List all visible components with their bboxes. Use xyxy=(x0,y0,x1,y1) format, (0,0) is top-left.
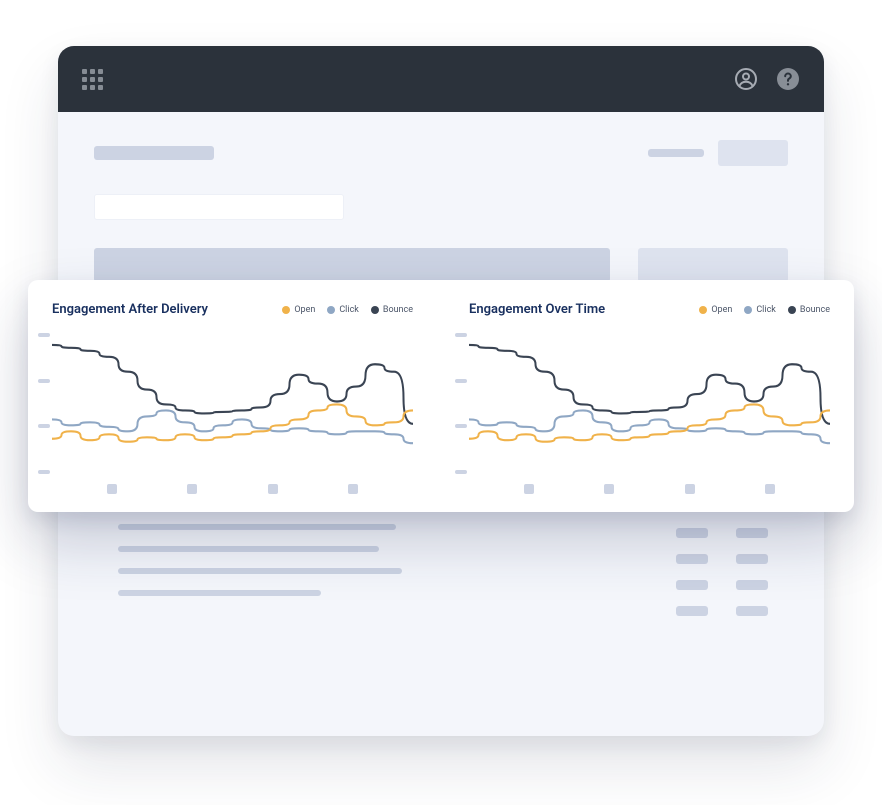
x-axis-ticks xyxy=(72,484,393,494)
action-button-skeleton[interactable] xyxy=(718,140,788,166)
account-icon[interactable] xyxy=(734,67,758,91)
chart-title: Engagement After Delivery xyxy=(52,302,208,317)
side-button-skeleton[interactable] xyxy=(638,248,788,282)
legend-dot-click xyxy=(744,306,752,314)
legend-label: Bounce xyxy=(800,305,830,315)
legend-item-open: Open xyxy=(282,305,315,315)
chart-svg xyxy=(52,327,413,476)
legend-label: Click xyxy=(339,305,359,315)
chart-engagement-after-delivery: Engagement After Delivery Open Click Bou… xyxy=(52,302,413,494)
chart-legend: Open Click Bounce xyxy=(699,305,830,315)
legend-item-bounce: Bounce xyxy=(371,305,413,315)
link-skeleton xyxy=(648,149,704,157)
chart-engagement-over-time: Engagement Over Time Open Click Bounce xyxy=(469,302,830,494)
apps-grid-icon[interactable] xyxy=(82,69,103,90)
plot-area xyxy=(469,327,830,494)
legend-item-click: Click xyxy=(327,305,359,315)
legend-dot-open xyxy=(699,306,707,314)
y-axis-ticks xyxy=(455,333,467,474)
legend-item-bounce: Bounce xyxy=(788,305,830,315)
legend-item-open: Open xyxy=(699,305,732,315)
legend-label: Click xyxy=(756,305,776,315)
paragraph-skeleton xyxy=(118,502,408,616)
legend-label: Open xyxy=(294,305,315,315)
legend-dot-bounce xyxy=(371,306,379,314)
engagement-charts-card: Engagement After Delivery Open Click Bou… xyxy=(28,280,854,512)
search-input-skeleton[interactable] xyxy=(94,194,344,220)
chart-legend: Open Click Bounce xyxy=(282,305,413,315)
plot-area xyxy=(52,327,413,494)
y-axis-ticks xyxy=(38,333,50,474)
legend-dot-bounce xyxy=(788,306,796,314)
page-title-skeleton xyxy=(94,146,214,160)
chart-title: Engagement Over Time xyxy=(469,302,605,317)
x-axis-ticks xyxy=(489,484,810,494)
legend-dot-click xyxy=(327,306,335,314)
legend-label: Open xyxy=(711,305,732,315)
titlebar xyxy=(58,46,824,112)
legend-label: Bounce xyxy=(383,305,413,315)
legend-item-click: Click xyxy=(744,305,776,315)
help-icon[interactable] xyxy=(776,67,800,91)
chart-svg xyxy=(469,327,830,476)
legend-dot-open xyxy=(282,306,290,314)
banner-skeleton xyxy=(94,248,610,282)
stats-grid-skeleton xyxy=(676,502,768,616)
